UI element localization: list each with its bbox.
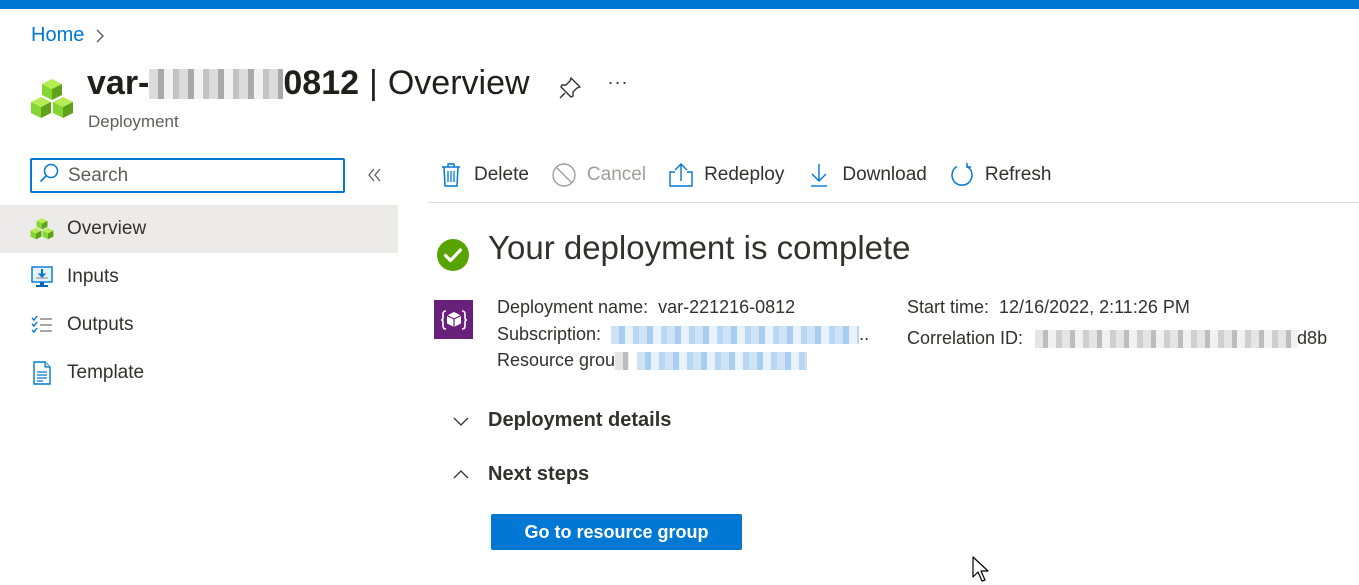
sidebar-item-label: Template [67, 362, 145, 383]
download-button[interactable]: Download [806, 161, 927, 189]
search-icon [38, 162, 60, 189]
redeploy-button[interactable]: Redeploy [668, 161, 784, 189]
start-time-label: Start time: [907, 297, 990, 317]
subscription-label: Subscription: [497, 324, 602, 344]
cancel-button[interactable]: Cancel [551, 161, 646, 189]
resource-group-row: Resource grou [497, 350, 808, 371]
breadcrumb: Home [31, 24, 106, 47]
correlation-id-suffix: d8b [1297, 328, 1328, 348]
refresh-button[interactable]: Refresh [949, 161, 1052, 189]
more-options-button[interactable]: ··· [605, 72, 631, 98]
chevron-up-icon [450, 464, 472, 486]
next-steps-toggle[interactable]: Next steps [450, 463, 589, 486]
breadcrumb-home-link[interactable]: Home [31, 24, 84, 47]
correlation-id-redacted [1035, 330, 1298, 349]
upload-icon [668, 161, 694, 189]
go-to-resource-group-button[interactable]: Go to resource group [491, 514, 742, 550]
resource-group-label: Resource grou [497, 350, 616, 370]
chevron-right-icon [94, 27, 106, 45]
resource-type-subtitle: Deployment [88, 112, 179, 131]
check-circle-icon [436, 238, 470, 272]
checklist-icon [30, 313, 54, 337]
cancel-icon [551, 161, 577, 189]
deployment-details-toggle[interactable]: Deployment details [450, 409, 671, 432]
deployment-name-row: Deployment name: var-221216-0812 [497, 297, 795, 318]
mouse-cursor-icon [971, 555, 993, 585]
subscription-row: Subscription:.. [497, 324, 869, 345]
correlation-id-row: Correlation ID: d8b [907, 328, 1327, 349]
download-label: Download [842, 164, 927, 185]
trash-icon [438, 161, 464, 189]
redacted-label-segment [615, 352, 630, 371]
double-chevron-left-icon[interactable] [364, 164, 386, 186]
resource-group-cubes-icon [30, 77, 74, 121]
redacted-title-segment [149, 68, 284, 99]
sidebar-item-label: Overview [67, 218, 147, 239]
chevron-down-icon [450, 410, 472, 432]
command-bar: Delete Cancel Redeploy Download Refresh [428, 155, 1073, 195]
redeploy-label: Redeploy [704, 164, 785, 185]
search-input[interactable] [68, 164, 328, 187]
deployment-title-prefix: var- [87, 64, 150, 102]
refresh-label: Refresh [984, 164, 1052, 185]
subscription-link[interactable] [611, 326, 860, 345]
sidebar-item-template[interactable]: Template [0, 349, 398, 397]
resource-group-link[interactable] [637, 352, 808, 371]
sidebar-search[interactable] [30, 158, 345, 193]
pin-icon[interactable] [557, 75, 583, 101]
monitor-download-icon [30, 265, 54, 289]
document-icon [30, 361, 54, 385]
sidebar-item-label: Inputs [67, 266, 119, 287]
delete-label: Delete [474, 164, 529, 185]
section-label: Next steps [488, 463, 590, 485]
toolbar-divider [428, 202, 1359, 203]
deployment-name-value: var-221216-0812 [658, 297, 796, 317]
deployment-name-label: Deployment name: [497, 297, 649, 317]
section-label: Deployment details [488, 409, 672, 431]
cancel-label: Cancel [586, 164, 647, 185]
refresh-icon [949, 161, 975, 189]
subscription-ellipsis: .. [859, 324, 870, 344]
sidebar-item-overview[interactable]: Overview [0, 205, 398, 253]
deployment-template-icon [434, 300, 473, 339]
deployment-title-suffix: 0812 [283, 64, 360, 102]
correlation-id-label: Correlation ID: [907, 328, 1024, 348]
title-separator: | [369, 64, 378, 102]
page-title: var- 0812 | Overview [87, 64, 530, 103]
portal-top-bar [0, 0, 1359, 9]
download-icon [806, 161, 832, 189]
start-time-row: Start time: 12/16/2022, 2:11:26 PM [907, 297, 1190, 318]
deployment-status-title: Your deployment is complete [488, 229, 911, 266]
sidebar-item-outputs[interactable]: Outputs [0, 301, 398, 349]
delete-button[interactable]: Delete [438, 161, 529, 189]
sidebar-item-label: Outputs [67, 314, 134, 335]
page-section-name: Overview [387, 64, 530, 102]
sidebar-item-inputs[interactable]: Inputs [0, 253, 398, 301]
cubes-icon [30, 217, 54, 241]
start-time-value: 12/16/2022, 2:11:26 PM [999, 297, 1190, 317]
